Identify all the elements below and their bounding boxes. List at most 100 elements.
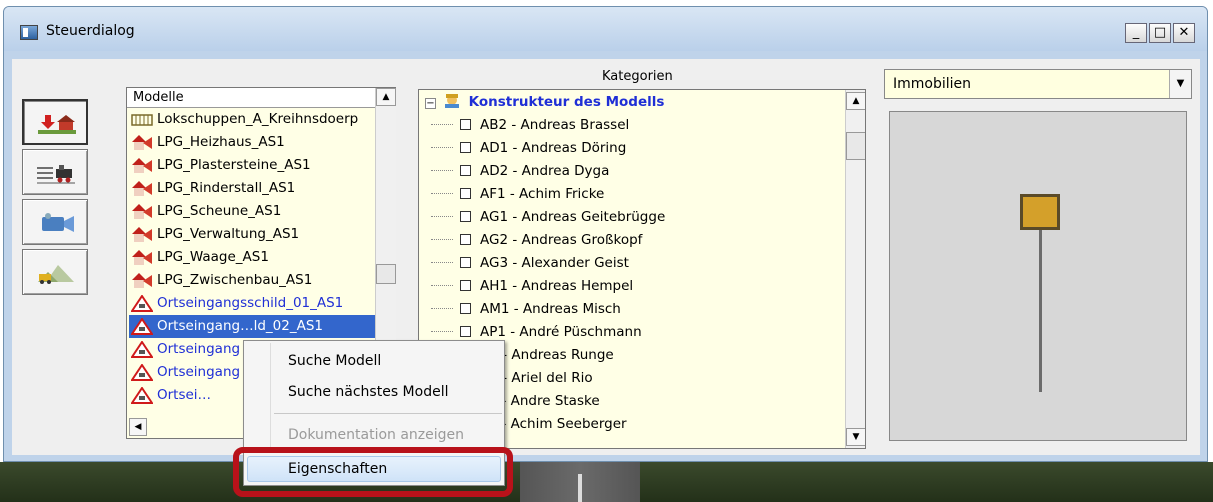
category-checkbox[interactable]: [460, 119, 471, 130]
category-label: AG1 - Andreas Geitebrügge: [480, 209, 666, 225]
tree-connector: [431, 285, 453, 286]
category-item[interactable]: AB2 - Andreas Brassel: [431, 114, 629, 137]
category-label: AF1 - Achim Fricke: [480, 186, 605, 202]
model-list-item[interactable]: LPG_Heizhaus_AS1: [129, 131, 375, 154]
tree-connector: [431, 147, 453, 148]
category-item[interactable]: AD1 - Andreas Döring: [431, 137, 626, 160]
menu-separator: [274, 413, 502, 414]
category-checkbox[interactable]: [460, 257, 471, 268]
model-label: Ortseingangsschild_01_AS1: [157, 295, 344, 311]
category-checkbox[interactable]: [460, 326, 471, 337]
model-list-item[interactable]: LPG_Scheune_AS1: [129, 200, 375, 223]
menu-gutter: [270, 343, 271, 449]
tool-button-camera[interactable]: [22, 199, 88, 245]
category-item[interactable]: AF1 - Achim Fricke: [431, 183, 604, 206]
tool-button-insert[interactable]: [22, 99, 88, 145]
category-item[interactable]: AG2 - Andreas Großkopf: [431, 229, 642, 252]
highlight-callout: [233, 447, 513, 497]
constructor-icon: [445, 94, 460, 108]
tree-connector: [431, 216, 453, 217]
tree-connector: [431, 262, 453, 263]
category-checkbox[interactable]: [460, 211, 471, 222]
dialog-body: Modelle Lokschuppen_A_Kreihnsdoerp LPG_He…: [12, 59, 1200, 455]
context-menu: Suche Modell Suche nächstes Modell Dokum…: [243, 340, 505, 452]
category-checkbox[interactable]: [460, 188, 471, 199]
tool-button-terrain[interactable]: [22, 249, 88, 295]
categories-scrollbar[interactable]: ▲ ▼: [845, 90, 865, 448]
category-checkbox[interactable]: [460, 142, 471, 153]
chevron-down-icon[interactable]: ▼: [1169, 70, 1191, 98]
category-item[interactable]: AD2 - Andrea Dyga: [431, 160, 609, 183]
category-label: AG2 - Andreas Großkopf: [480, 232, 643, 248]
menu-item-suche-naechstes[interactable]: Suche nächstes Modell: [288, 384, 448, 400]
category-item[interactable]: AG3 - Alexander Geist: [431, 252, 629, 275]
tool-button-track[interactable]: [22, 149, 88, 195]
model-label: Ortseingang: [157, 364, 241, 380]
category-label: AP1 - André Püschmann: [480, 324, 642, 340]
tree-connector: [431, 331, 453, 332]
menu-item-suche-modell[interactable]: Suche Modell: [288, 353, 381, 369]
category-label: AG3 - Alexander Geist: [480, 255, 629, 271]
scroll-thumb[interactable]: [376, 264, 396, 284]
model-label: Ortseingang: [157, 341, 241, 357]
model-label: Ortseingang…ld_02_AS1: [157, 318, 323, 334]
tree-connector: [431, 239, 453, 240]
track-layout-icon: [37, 165, 75, 184]
category-label: AB2 - Andreas Brassel: [480, 117, 630, 133]
category-item[interactable]: AG1 - Andreas Geitebrügge: [431, 206, 665, 229]
window-title: Steuerdialog: [46, 23, 135, 39]
tree-root[interactable]: − Konstrukteur des Modells: [425, 91, 664, 114]
category-label: AD1 - Andreas Döring: [480, 140, 627, 156]
steuerdialog-window: Steuerdialog _ □ ✕ Modelle Lokschuppen_A…: [3, 6, 1208, 462]
model-label: LPG_Verwaltung_AS1: [157, 226, 300, 242]
scroll-left-button[interactable]: ◀: [129, 418, 147, 436]
model-label: Lokschuppen_A_Kreihnsdoerp: [157, 111, 359, 127]
tree-connector: [431, 124, 453, 125]
maximize-button[interactable]: □: [1149, 23, 1171, 43]
category-label: AH1 - Andreas Hempel: [480, 278, 634, 294]
category-label: AD2 - Andrea Dyga: [480, 163, 610, 179]
model-list-item[interactable]: LPG_Zwischenbau_AS1: [129, 269, 375, 292]
menu-item-dokumentation: Dokumentation anzeigen: [288, 427, 465, 443]
model-list-item[interactable]: LPG_Waage_AS1: [129, 246, 375, 269]
terrain-icon: [38, 265, 74, 284]
tree-connector: [431, 308, 453, 309]
category-checkbox[interactable]: [460, 303, 471, 314]
model-label: LPG_Heizhaus_AS1: [157, 134, 285, 150]
category-item[interactable]: AM1 - Andreas Misch: [431, 298, 621, 321]
title-bar[interactable]: Steuerdialog _ □ ✕: [4, 7, 1207, 51]
collapse-icon[interactable]: −: [425, 98, 436, 109]
scroll-up-button[interactable]: ▲: [376, 88, 396, 106]
background-scene: [0, 462, 1213, 502]
model-label: LPG_Zwischenbau_AS1: [157, 272, 313, 288]
minimize-button[interactable]: _: [1125, 23, 1147, 43]
category-checkbox[interactable]: [460, 234, 471, 245]
category-checkbox[interactable]: [460, 165, 471, 176]
cat-scroll-thumb[interactable]: [846, 132, 865, 160]
model-preview: [889, 111, 1187, 441]
sign-preview-image: [1020, 194, 1060, 392]
cat-scroll-up-button[interactable]: ▲: [846, 92, 865, 110]
category-item[interactable]: AH1 - Andreas Hempel: [431, 275, 633, 298]
category-label: AM1 - Andreas Misch: [480, 301, 621, 317]
camera-icon: [42, 213, 74, 232]
model-list-item[interactable]: Lokschuppen_A_Kreihnsdoerp: [129, 108, 375, 131]
filter-value: Immobilien: [893, 76, 972, 92]
category-filter-select[interactable]: Immobilien ▼: [884, 69, 1192, 99]
road-stripe: [578, 474, 582, 502]
model-list-item[interactable]: LPG_Verwaltung_AS1: [129, 223, 375, 246]
model-list-item[interactable]: Ortseingang…ld_02_AS1: [129, 315, 375, 338]
tree-connector: [431, 170, 453, 171]
close-button[interactable]: ✕: [1173, 23, 1195, 43]
model-label: LPG_Rinderstall_AS1: [157, 180, 296, 196]
model-list-item[interactable]: Ortseingangsschild_01_AS1: [129, 292, 375, 315]
category-checkbox[interactable]: [460, 280, 471, 291]
model-label: LPG_Scheune_AS1: [157, 203, 282, 219]
model-list-item[interactable]: LPG_Plastersteine_AS1: [129, 154, 375, 177]
categories-caption: Kategorien: [602, 69, 673, 84]
model-label: Ortsei…: [157, 387, 212, 403]
model-list-item[interactable]: LPG_Rinderstall_AS1: [129, 177, 375, 200]
app-screen: Steuerdialog _ □ ✕ Modelle Lokschuppen_A…: [0, 0, 1213, 502]
cat-scroll-down-button[interactable]: ▼: [846, 428, 865, 446]
window-icon: [20, 25, 38, 40]
